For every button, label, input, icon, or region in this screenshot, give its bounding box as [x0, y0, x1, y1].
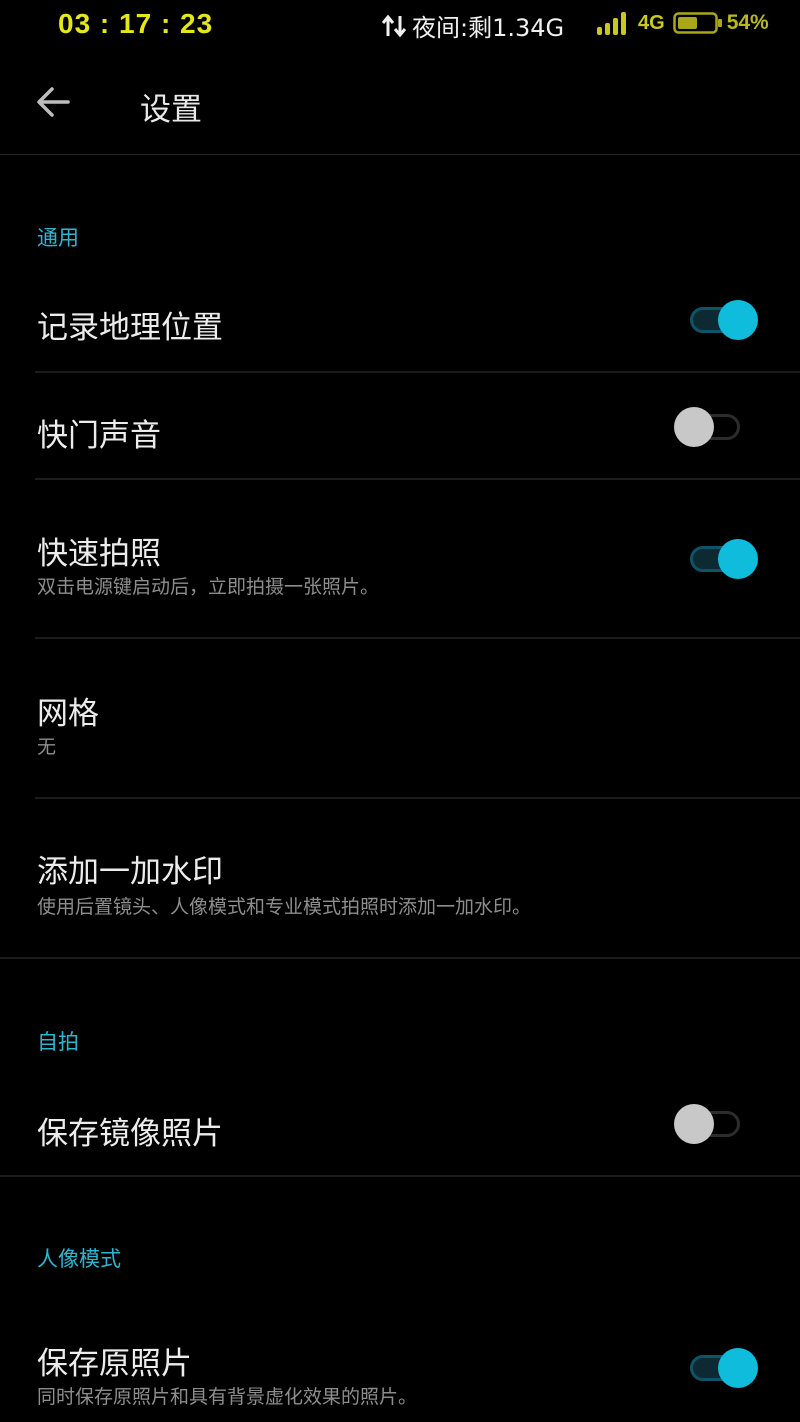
setting-location[interactable]: 记录地理位置 [0, 268, 800, 372]
back-button[interactable] [32, 80, 76, 124]
setting-title: 快门声音 [37, 418, 161, 454]
section-divider [0, 957, 800, 959]
setting-subtitle: 双击电源键启动后，立即拍摄一张照片。 [37, 576, 380, 598]
setting-save-original[interactable]: 保存原照片 同时保存原照片和具有背景虚化效果的照片。 [0, 1290, 800, 1422]
status-time: 03 : 17 : 23 [58, 8, 214, 39]
setting-title: 快速拍照 [37, 536, 161, 572]
quick-capture-toggle[interactable] [690, 539, 760, 579]
setting-watermark[interactable]: 添加一加水印 使用后置镜头、人像模式和专业模式拍照时添加一加水印。 [0, 800, 800, 958]
divider [35, 637, 800, 639]
setting-title: 保存原照片 [37, 1346, 192, 1382]
divider [35, 371, 800, 373]
save-original-toggle[interactable] [690, 1348, 760, 1388]
network-type: 4G [638, 11, 665, 34]
battery-percent: 54% [726, 11, 769, 34]
arrow-left-icon [37, 87, 70, 117]
setting-title: 保存镜像照片 [37, 1116, 223, 1152]
data-transfer-icon [381, 14, 407, 37]
section-header-selfie: 自拍 [37, 1030, 79, 1054]
setting-title: 添加一加水印 [37, 854, 223, 890]
setting-value: 无 [37, 736, 57, 758]
setting-title: 记录地理位置 [37, 310, 223, 346]
mirror-photo-toggle[interactable] [674, 1104, 744, 1144]
setting-grid[interactable]: 网格 无 [0, 640, 800, 798]
setting-mirror-photo[interactable]: 保存镜像照片 [0, 1072, 800, 1176]
night-data-remaining: 夜间:剩1.34G [412, 14, 565, 42]
status-bar: 03 : 17 : 23 夜间:剩1.34G 4G 54% [0, 0, 800, 50]
section-header-general: 通用 [37, 226, 79, 250]
section-header-portrait: 人像模式 [37, 1247, 121, 1271]
app-bar: 设置 [0, 50, 800, 155]
setting-title: 网格 [37, 696, 99, 732]
data-usage: 夜间:剩1.34G [380, 8, 564, 43]
setting-quick-capture[interactable]: 快速拍照 双击电源键启动后，立即拍摄一张照片。 [0, 480, 800, 638]
shutter-sound-toggle[interactable] [674, 407, 744, 447]
setting-subtitle: 同时保存原照片和具有背景虚化效果的照片。 [37, 1386, 418, 1408]
setting-shutter-sound[interactable]: 快门声音 [0, 374, 800, 478]
location-toggle[interactable] [690, 300, 760, 340]
section-divider [0, 1175, 800, 1177]
signal-icon [597, 12, 626, 35]
page-title: 设置 [140, 92, 202, 128]
setting-subtitle: 使用后置镜头、人像模式和专业模式拍照时添加一加水印。 [37, 896, 532, 918]
divider [35, 797, 800, 799]
battery-icon [672, 12, 722, 34]
